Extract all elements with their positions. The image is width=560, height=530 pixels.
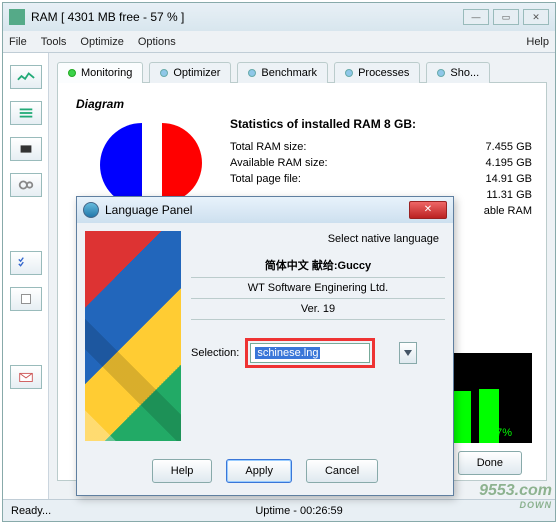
- lang-line-1: 简体中文 献给:Guccy: [191, 253, 445, 278]
- status-bar: Ready... Uptime - 00:26:59: [3, 499, 555, 521]
- selection-label: Selection:: [191, 347, 239, 359]
- diagram-heading: Diagram: [76, 97, 532, 111]
- selection-highlight-box: schinese.lng: [245, 338, 375, 368]
- stats-header: Statistics of installed RAM 8 GB:: [230, 117, 532, 131]
- watermark: 9553.com DOWN: [479, 482, 552, 510]
- menu-optimize[interactable]: Optimize: [80, 36, 123, 48]
- menu-help[interactable]: Help: [526, 36, 549, 48]
- tab-dot-icon: [160, 69, 168, 77]
- tab-benchmark[interactable]: Benchmark: [237, 62, 328, 83]
- status-uptime: Uptime - 00:26:59: [255, 505, 342, 517]
- tab-dot-icon: [345, 69, 353, 77]
- dialog-help-button[interactable]: Help: [152, 459, 213, 483]
- sidebar-mail-icon[interactable]: [10, 365, 42, 389]
- tab-bar: Monitoring Optimizer Benchmark Processes…: [57, 61, 547, 83]
- globe-icon: [83, 202, 99, 218]
- done-button[interactable]: Done: [458, 451, 522, 475]
- dialog-close-button[interactable]: ✕: [409, 201, 447, 219]
- sidebar-monitor-icon[interactable]: [10, 65, 42, 89]
- menu-options[interactable]: Options: [138, 36, 176, 48]
- sidebar-list-icon[interactable]: [10, 101, 42, 125]
- sidebar-checklist-icon[interactable]: [10, 251, 42, 275]
- selection-combobox[interactable]: schinese.lng: [250, 343, 370, 363]
- tab-shortcut[interactable]: Sho...: [426, 62, 490, 83]
- tab-dot-icon: [68, 69, 76, 77]
- language-dialog: Language Panel ✕ Select native language …: [76, 196, 454, 496]
- dialog-title: Language Panel: [105, 203, 192, 217]
- dialog-apply-button[interactable]: Apply: [226, 459, 292, 483]
- tab-dot-icon: [437, 69, 445, 77]
- minimize-button[interactable]: —: [463, 9, 489, 25]
- tab-processes[interactable]: Processes: [334, 62, 420, 83]
- tab-monitoring[interactable]: Monitoring: [57, 62, 143, 83]
- status-ready: Ready...: [11, 505, 51, 517]
- window-title: RAM [ 4301 MB free - 57 % ]: [31, 10, 184, 24]
- maximize-button[interactable]: ▭: [493, 9, 519, 25]
- sidebar-doc-icon[interactable]: [10, 287, 42, 311]
- sidebar-chip-icon[interactable]: [10, 137, 42, 161]
- sidebar: [3, 53, 49, 499]
- titlebar[interactable]: RAM [ 4301 MB free - 57 % ] — ▭ ✕: [3, 3, 555, 31]
- meter-percent: 57%: [490, 427, 512, 439]
- tab-optimizer[interactable]: Optimizer: [149, 62, 231, 83]
- combobox-arrow[interactable]: [399, 342, 417, 364]
- menubar: File Tools Optimize Options Help: [3, 31, 555, 53]
- chevron-down-icon: [404, 350, 412, 356]
- lang-line-3: Ver. 19: [191, 299, 445, 320]
- dialog-cancel-button[interactable]: Cancel: [306, 459, 378, 483]
- app-icon: [9, 9, 25, 25]
- close-button[interactable]: ✕: [523, 9, 549, 25]
- menu-tools[interactable]: Tools: [41, 36, 67, 48]
- selection-value: schinese.lng: [255, 347, 320, 359]
- lang-line-2: WT Software Enginering Ltd.: [191, 278, 445, 299]
- tab-dot-icon: [248, 69, 256, 77]
- menu-file[interactable]: File: [9, 36, 27, 48]
- select-native-label: Select native language: [328, 233, 439, 245]
- stat-row: Total page file:14.91 GB: [230, 171, 532, 187]
- stat-row: Total RAM size:7.455 GB: [230, 139, 532, 155]
- meter-bar: [451, 391, 471, 443]
- stat-row: Available RAM size:4.195 GB: [230, 155, 532, 171]
- sidebar-gears-icon[interactable]: [10, 173, 42, 197]
- dialog-titlebar[interactable]: Language Panel ✕: [77, 197, 453, 223]
- flags-image: [85, 231, 181, 441]
